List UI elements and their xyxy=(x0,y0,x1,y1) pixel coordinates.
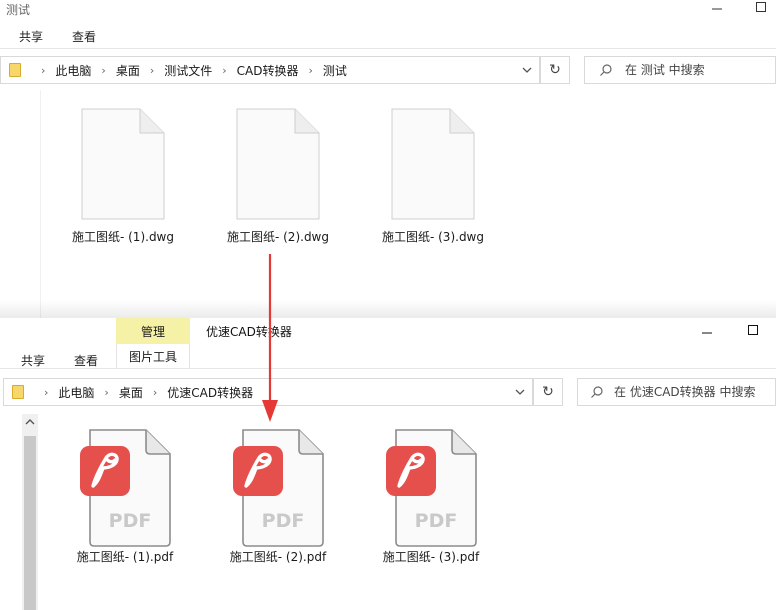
file-item[interactable]: 施工图纸- (1).dwg xyxy=(58,108,188,245)
search-box[interactable] xyxy=(584,56,776,84)
chevron-right-icon[interactable]: › xyxy=(153,386,157,399)
file-item[interactable]: PDF 施工图纸- (2).pdf xyxy=(213,428,343,565)
breadcrumb-desktop[interactable]: 桌面 xyxy=(119,384,143,401)
refresh-icon: ↻ xyxy=(542,384,554,400)
chevron-right-icon[interactable]: › xyxy=(41,64,45,77)
breadcrumb: › 此电脑 › 桌面 › 测试文件 › CAD转换器 › 测试 xyxy=(9,57,347,83)
chevron-right-icon[interactable]: › xyxy=(101,64,105,77)
tab-picture-tools[interactable]: 图片工具 xyxy=(116,344,190,368)
breadcrumb-test[interactable]: 测试 xyxy=(323,62,347,79)
maximize-icon[interactable] xyxy=(754,0,768,14)
chevron-right-icon[interactable]: › xyxy=(150,64,154,77)
pdf-file-icon: PDF xyxy=(80,429,171,547)
scroll-up-icon[interactable] xyxy=(22,414,38,430)
explorer-window-top: 测试 共享 查看 › 此电脑 › 桌面 › 测试文件 › CAD转换器 › 测试… xyxy=(0,0,776,318)
pdf-file-icon: PDF xyxy=(233,429,324,547)
chevron-right-icon[interactable]: › xyxy=(104,386,108,399)
file-name: 施工图纸- (3).dwg xyxy=(381,230,484,244)
file-item[interactable]: 施工图纸- (3).dwg xyxy=(368,108,498,245)
pdf-file-icon: PDF xyxy=(386,429,477,547)
tab-share[interactable]: 共享 xyxy=(19,28,43,45)
chevron-right-icon[interactable]: › xyxy=(44,386,48,399)
folder-icon xyxy=(12,385,24,399)
breadcrumb-desktop[interactable]: 桌面 xyxy=(116,62,140,79)
address-bar[interactable]: › 此电脑 › 桌面 › 测试文件 › CAD转换器 › 测试 xyxy=(0,56,540,84)
dwg-file-icon xyxy=(236,108,320,220)
minimize-icon[interactable] xyxy=(710,0,724,14)
scrollbar-thumb[interactable] xyxy=(24,436,36,610)
breadcrumb-this-pc[interactable]: 此电脑 xyxy=(58,384,94,401)
breadcrumb-this-pc[interactable]: 此电脑 xyxy=(55,62,91,79)
file-name: 施工图纸- (1).pdf xyxy=(76,550,174,564)
file-name: 施工图纸- (3).pdf xyxy=(382,550,480,564)
chevron-right-icon[interactable]: › xyxy=(222,64,226,77)
nav-pane-divider xyxy=(40,90,41,318)
minimize-icon[interactable] xyxy=(700,324,714,338)
chevron-right-icon[interactable]: › xyxy=(309,64,313,77)
maximize-icon[interactable] xyxy=(746,323,760,337)
chevron-down-icon[interactable] xyxy=(515,387,525,397)
search-icon xyxy=(591,386,603,398)
breadcrumb-cad-converter[interactable]: CAD转换器 xyxy=(237,62,299,79)
dwg-file-icon xyxy=(391,108,475,220)
svg-text:PDF: PDF xyxy=(262,510,305,532)
manage-tab-header[interactable]: 管理 xyxy=(116,318,190,344)
ribbon-divider xyxy=(0,368,776,369)
file-item[interactable]: PDF 施工图纸- (1).pdf xyxy=(60,428,190,565)
manage-tab-label: 管理 xyxy=(140,324,165,339)
breadcrumb-cad-converter[interactable]: 优速CAD转换器 xyxy=(167,384,253,401)
refresh-button[interactable]: ↻ xyxy=(533,378,563,406)
tab-share[interactable]: 共享 xyxy=(21,352,45,369)
svg-text:PDF: PDF xyxy=(109,510,152,532)
file-name: 施工图纸- (2).pdf xyxy=(229,550,327,564)
file-item[interactable]: PDF 施工图纸- (3).pdf xyxy=(366,428,496,565)
tab-view[interactable]: 查看 xyxy=(74,352,98,369)
conversion-arrow xyxy=(262,254,278,422)
window-title: 测试 xyxy=(6,3,31,17)
tab-view[interactable]: 查看 xyxy=(72,28,96,45)
tab-picture-tools-label: 图片工具 xyxy=(128,349,177,364)
folder-icon xyxy=(9,63,21,77)
refresh-button[interactable]: ↻ xyxy=(540,56,570,84)
file-name: 施工图纸- (2).dwg xyxy=(226,230,329,244)
breadcrumb: › 此电脑 › 桌面 › 优速CAD转换器 xyxy=(12,379,253,405)
chevron-down-icon[interactable] xyxy=(522,65,532,75)
dwg-file-icon xyxy=(81,108,165,220)
svg-text:PDF: PDF xyxy=(415,510,458,532)
file-item[interactable]: 施工图纸- (2).dwg xyxy=(213,108,343,245)
nav-scrollbar[interactable] xyxy=(22,414,38,610)
search-box[interactable] xyxy=(577,378,776,406)
search-input[interactable] xyxy=(614,385,774,399)
file-name: 施工图纸- (1).dwg xyxy=(71,230,174,244)
refresh-icon: ↻ xyxy=(549,62,561,78)
window-shadow xyxy=(0,300,776,318)
explorer-window-bottom: 管理 优速CAD转换器 共享 查看 图片工具 › 此电脑 › 桌面 › 优速CA… xyxy=(0,318,776,610)
breadcrumb-test-files[interactable]: 测试文件 xyxy=(164,62,212,79)
search-input[interactable] xyxy=(625,63,775,77)
search-icon xyxy=(600,64,612,76)
ribbon-divider xyxy=(0,48,776,49)
